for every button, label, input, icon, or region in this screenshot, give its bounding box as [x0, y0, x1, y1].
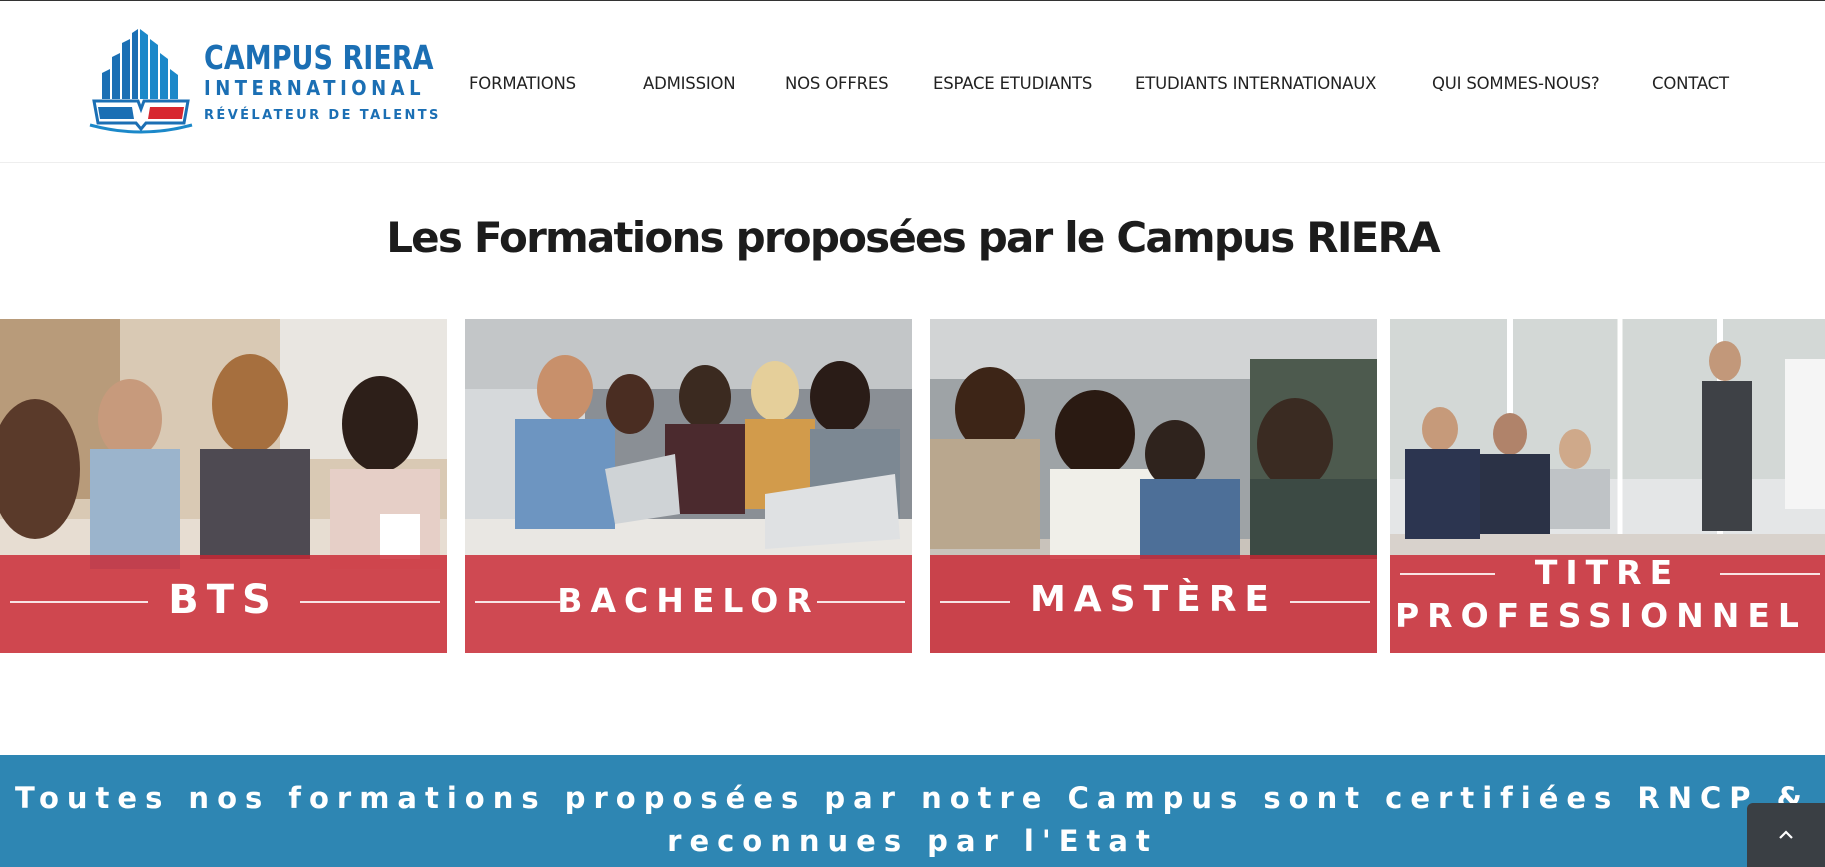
card-label: BTS — [168, 577, 279, 623]
card-label: BACHELOR — [557, 581, 820, 620]
card-label-band: MASTÈRE — [930, 555, 1377, 653]
banner-text: Toutes nos formations proposées par notr… — [0, 777, 1825, 863]
logo-name: CAMPUS RIERA — [204, 38, 434, 77]
nav-item-qui-sommes-nous[interactable]: QUI SOMMES-NOUS? — [1432, 74, 1600, 93]
formation-card-mastere[interactable]: MASTÈRE — [930, 319, 1377, 653]
nav-item-admission[interactable]: ADMISSION — [643, 74, 736, 93]
card-label-band: BACHELOR — [465, 555, 912, 653]
chevron-up-icon — [1779, 830, 1793, 839]
card-label-band: TITRE PROFESSIONNEL — [1390, 553, 1825, 653]
formation-card-bts[interactable]: BTS — [0, 319, 447, 653]
banner-line1: Toutes nos formations proposées par notr… — [15, 781, 1810, 815]
logo-text: CAMPUS RIERA INTERNATIONAL RÉVÉLATEUR DE… — [204, 38, 441, 125]
formation-card-titre-professionnel[interactable]: TITRE PROFESSIONNEL — [1390, 319, 1825, 653]
nav-item-nos-offres[interactable]: NOS OFFRES — [785, 74, 889, 93]
card-label-line1: TITRE — [1534, 553, 1681, 592]
card-label: MASTÈRE — [1029, 579, 1278, 620]
nav-item-contact[interactable]: CONTACT — [1652, 74, 1729, 93]
site-logo[interactable]: CAMPUS RIERA INTERNATIONAL RÉVÉLATEUR DE… — [88, 29, 438, 139]
logo-subname: INTERNATIONAL — [204, 76, 426, 100]
main-nav: FORMATIONS ADMISSION NOS OFFRES ESPACE E… — [469, 1, 1825, 163]
rncp-banner: Toutes nos formations proposées par notr… — [0, 755, 1825, 867]
nav-item-etudiants-internationaux[interactable]: ETUDIANTS INTERNATIONAUX — [1135, 74, 1376, 93]
section-title: Les Formations proposées par le Campus R… — [386, 213, 1440, 262]
campus-building-logo-icon — [89, 29, 193, 134]
nav-item-espace-etudiants[interactable]: ESPACE ETUDIANTS — [933, 74, 1092, 93]
site-header: CAMPUS RIERA INTERNATIONAL RÉVÉLATEUR DE… — [0, 1, 1825, 163]
nav-item-formations[interactable]: FORMATIONS — [469, 74, 576, 93]
formation-card-bachelor[interactable]: BACHELOR — [465, 319, 912, 653]
logo-tagline: RÉVÉLATEUR DE TALENTS — [204, 108, 441, 123]
scroll-to-top-button[interactable] — [1747, 803, 1825, 867]
card-label-line2: PROFESSIONNEL — [1395, 596, 1807, 635]
banner-line2: reconnues par l'Etat — [667, 824, 1158, 858]
card-label-band: BTS — [0, 555, 447, 653]
